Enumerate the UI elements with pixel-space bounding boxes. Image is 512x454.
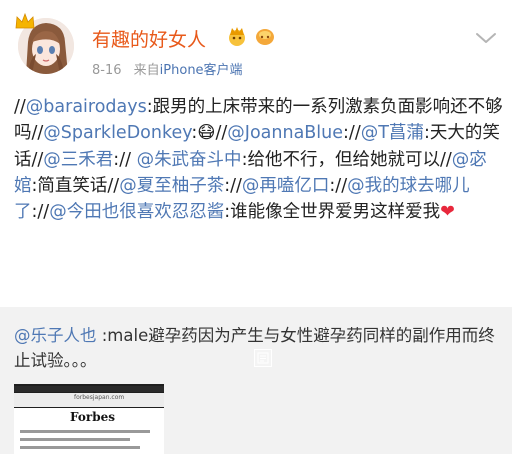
post-meta: 8-16 来自iPhone客户端	[92, 59, 251, 78]
thumbnail-text-line	[20, 438, 130, 441]
user-badges	[226, 26, 276, 46]
watermark-icon	[254, 349, 272, 367]
post-text: :简直笑话//	[31, 175, 120, 196]
crown-icon	[15, 12, 35, 29]
post-header: 有趣的好女人 8-16 来自iPhone客户端	[0, 0, 512, 96]
post-text: ://	[31, 202, 50, 223]
thumbnail-page: Forbes	[14, 408, 164, 454]
repost-thumbnail[interactable]: forbesjapan.com Forbes	[14, 384, 164, 454]
heart-emoji: ❤	[440, 202, 455, 223]
thumbnail-logo: Forbes	[70, 410, 115, 424]
post-text: ://	[329, 175, 348, 196]
post-text: :给他不行，但给她就可以//	[241, 149, 452, 170]
post-content: //@barairodays:跟男的上床带来的一系列激素负面影响还不够吗//@S…	[14, 94, 504, 225]
thumbnail-status-bar	[14, 386, 164, 392]
post-text: //	[215, 123, 228, 144]
thumbnail-text-line	[20, 446, 140, 449]
thumbnail-text-line	[20, 430, 150, 433]
post-device[interactable]: iPhone客户端	[160, 63, 243, 78]
mention-link[interactable]: @今田也很喜欢忍忍酱	[49, 202, 224, 222]
chevron-down-icon[interactable]	[474, 30, 498, 46]
mention-link[interactable]: @SparkleDonkey	[43, 123, 191, 143]
mention-link[interactable]: @barairodays	[26, 97, 147, 117]
mention-link[interactable]: @夏至柚子茶	[119, 176, 224, 196]
post-content-body: //@barairodays:跟男的上床带来的一系列激素负面影响还不够吗//@S…	[14, 97, 503, 222]
post-source-label: 来自	[133, 63, 160, 78]
crown-badge-icon[interactable]	[226, 26, 248, 46]
post-text: ://	[224, 175, 242, 196]
mention-link[interactable]: @JoannaBlue	[227, 123, 343, 143]
repost-block[interactable]: @乐子人也 :male避孕药因为产生与女性避孕药同样的副作用而终止试验。。。 f…	[0, 307, 512, 454]
post-text: 😷	[197, 123, 216, 144]
post-text: :谁能像全世界爱男这样爱我	[224, 202, 441, 223]
member-badge-icon[interactable]	[254, 26, 276, 46]
avatar-container[interactable]	[14, 12, 76, 78]
repost-mention[interactable]: @乐子人也	[14, 326, 97, 345]
post-text: ://	[343, 123, 361, 144]
mention-link[interactable]: @朱武奋斗中	[137, 150, 242, 170]
mention-link[interactable]: @三禾君	[43, 150, 113, 170]
username[interactable]: 有趣的好女人	[92, 25, 206, 52]
thumbnail-url: forbesjapan.com	[74, 394, 125, 401]
post-text: //	[14, 97, 26, 117]
mention-link[interactable]: @T菖蒲	[361, 123, 424, 143]
post-text: ://	[113, 149, 137, 170]
post-date: 8-16	[92, 63, 122, 78]
mention-link[interactable]: @再嗑亿口	[242, 176, 330, 196]
thumbnail-address-bar: forbesjapan.com	[14, 393, 164, 407]
